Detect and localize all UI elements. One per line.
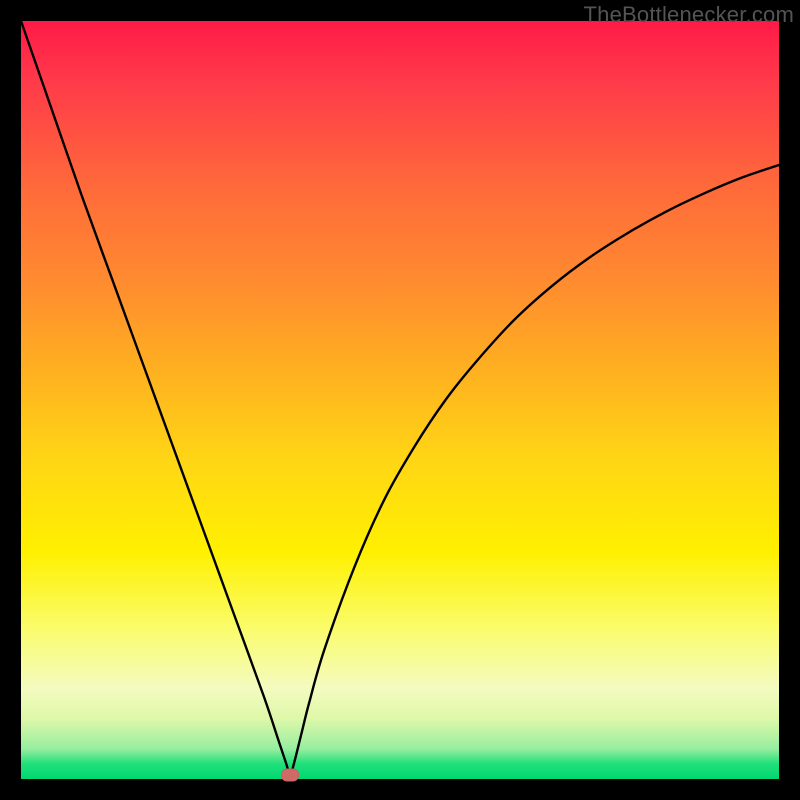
chart-plot-area [21, 21, 779, 779]
attribution-label: TheBottlenecker.com [584, 2, 794, 28]
optimal-point-marker [281, 769, 299, 782]
